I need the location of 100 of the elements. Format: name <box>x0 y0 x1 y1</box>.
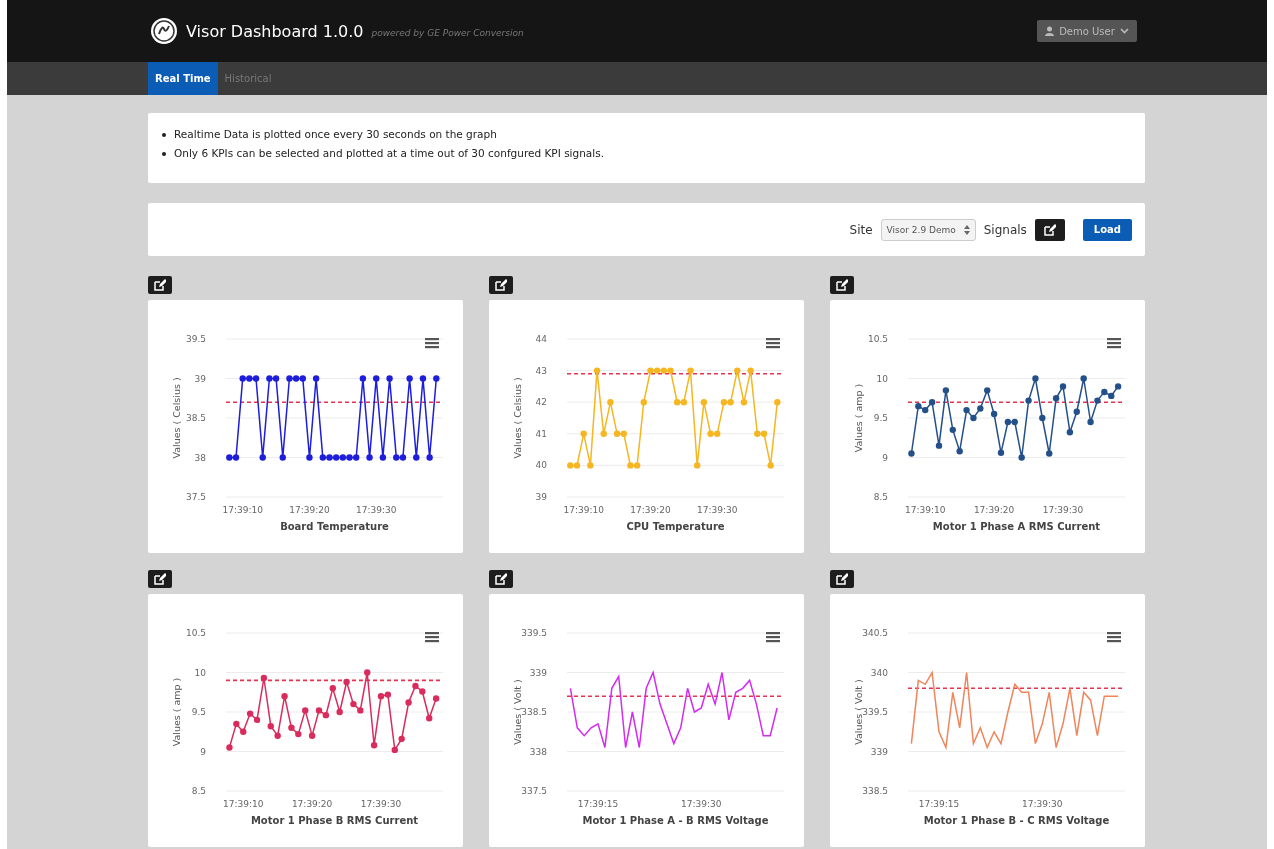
data-point <box>260 674 268 682</box>
axis-tick-label: 339.5 <box>521 628 547 638</box>
edit-chart-button[interactable] <box>148 276 172 294</box>
chart-title: Motor 1 Phase A - B RMS Voltage <box>582 815 769 826</box>
axis-tick-label: 17:39:10 <box>563 505 604 515</box>
edit-icon <box>154 279 166 291</box>
data-point <box>312 375 320 382</box>
nav-tab[interactable]: Real Time <box>148 62 218 95</box>
axis-tick-label: 338 <box>529 746 547 757</box>
edit-icon <box>836 573 848 585</box>
chart-title: Motor 1 Phase B - C RMS Voltage <box>923 815 1110 826</box>
data-point <box>373 375 380 382</box>
data-point <box>336 708 343 716</box>
site-select[interactable]: Visor 2.9 Demo <box>880 218 976 241</box>
data-point <box>405 699 412 706</box>
edit-chart-button[interactable] <box>148 570 172 588</box>
data-point <box>386 375 393 382</box>
note-text: Only 6 KPIs can be selected and plotted at a time out of 30 confgured KPI signals. <box>174 146 604 161</box>
data-point <box>279 454 286 461</box>
edit-chart-button[interactable] <box>489 276 513 294</box>
chevron-down-icon <box>1119 28 1129 34</box>
select-arrows-icon <box>963 224 970 235</box>
data-point <box>281 693 288 700</box>
data-point <box>1052 395 1060 402</box>
edit-icon <box>154 573 166 585</box>
data-point <box>413 454 420 461</box>
data-point <box>740 399 748 406</box>
axis-tick-label: 340.5 <box>862 628 888 638</box>
axis-tick-label: 39 <box>535 492 547 502</box>
axis-tick-label: 9.5 <box>191 707 206 717</box>
data-point <box>694 462 701 469</box>
app-subtitle: powered by GE Power Conversion <box>371 28 524 38</box>
data-point <box>308 732 316 739</box>
data-point <box>1039 414 1046 422</box>
data-point <box>1059 383 1067 390</box>
axis-tick-label: 8.5 <box>873 492 888 502</box>
menu-icon[interactable] <box>425 338 439 349</box>
edit-chart-button[interactable] <box>489 570 513 588</box>
menu-icon[interactable] <box>766 632 780 643</box>
axis-title: Values ( Celsius ) <box>512 377 523 459</box>
user-menu-button[interactable]: Demo User <box>1037 20 1137 42</box>
axis-tick-label: 338.5 <box>521 707 547 717</box>
axis-tick-label: 17:39:10 <box>223 799 264 809</box>
axis-title: Values ( Celsius ) <box>171 377 182 459</box>
edit-chart-button[interactable] <box>830 276 854 294</box>
axis-title: Values ( Volt ) <box>853 679 864 745</box>
axis-tick-label: 17:39:15 <box>918 799 960 809</box>
menu-icon[interactable] <box>1107 338 1121 349</box>
axis-tick-label: 17:39:30 <box>697 505 738 515</box>
menu-icon[interactable] <box>766 338 780 349</box>
data-point <box>329 685 336 692</box>
axis-title: Values ( Volt ) <box>512 679 523 745</box>
data-point <box>406 375 413 382</box>
data-point <box>580 430 587 437</box>
data-point <box>747 367 754 374</box>
menu-icon[interactable] <box>1107 632 1121 643</box>
edit-icon <box>495 573 507 585</box>
data-point <box>942 387 950 394</box>
edit-signals-button[interactable] <box>1034 218 1065 241</box>
logo-icon <box>150 17 178 45</box>
data-point <box>977 405 984 412</box>
data-point <box>398 735 405 743</box>
axis-tick-label: 340 <box>870 667 888 678</box>
axis-tick-label: 337.5 <box>521 786 547 796</box>
axis-tick-label: 339.5 <box>862 707 888 717</box>
data-point <box>274 732 281 739</box>
axis-tick-label: 9.5 <box>873 413 888 423</box>
axis-tick-label: 17:39:20 <box>630 505 671 515</box>
menu-icon[interactable] <box>425 632 439 643</box>
axis-tick-label: 8.5 <box>191 786 206 796</box>
load-button[interactable]: Load <box>1082 218 1132 241</box>
data-point <box>997 449 1005 456</box>
data-point <box>990 410 998 418</box>
axis-tick-label: 38.5 <box>185 413 206 423</box>
axis-tick-label: 38 <box>194 452 206 463</box>
data-point <box>426 715 433 722</box>
data-point <box>607 399 614 406</box>
chart-title: Motor 1 Phase A RMS Current <box>932 521 1101 532</box>
data-point <box>767 462 774 469</box>
axis-tick-label: 42 <box>535 397 547 408</box>
data-point <box>908 450 915 457</box>
axis-tick-label: 17:39:20 <box>289 505 330 515</box>
axis-tick-label: 37.5 <box>185 492 206 502</box>
axis-tick-label: 43 <box>535 365 547 376</box>
chart-title: CPU Temperature <box>626 521 725 532</box>
data-point <box>1032 375 1039 382</box>
data-point <box>1073 408 1080 415</box>
edit-chart-button[interactable] <box>830 570 854 588</box>
data-point <box>259 454 266 461</box>
bullet-icon <box>162 132 166 137</box>
axis-tick-label: 17:39:20 <box>291 799 333 809</box>
data-point <box>687 367 694 374</box>
data-point <box>1114 383 1122 390</box>
data-point <box>306 454 313 461</box>
axis-tick-label: 39 <box>194 373 206 384</box>
data-point <box>1087 418 1094 426</box>
edit-icon <box>836 279 848 291</box>
data-point <box>343 678 350 686</box>
data-point <box>1046 450 1053 457</box>
axis-tick-label: 10.5 <box>185 628 206 638</box>
